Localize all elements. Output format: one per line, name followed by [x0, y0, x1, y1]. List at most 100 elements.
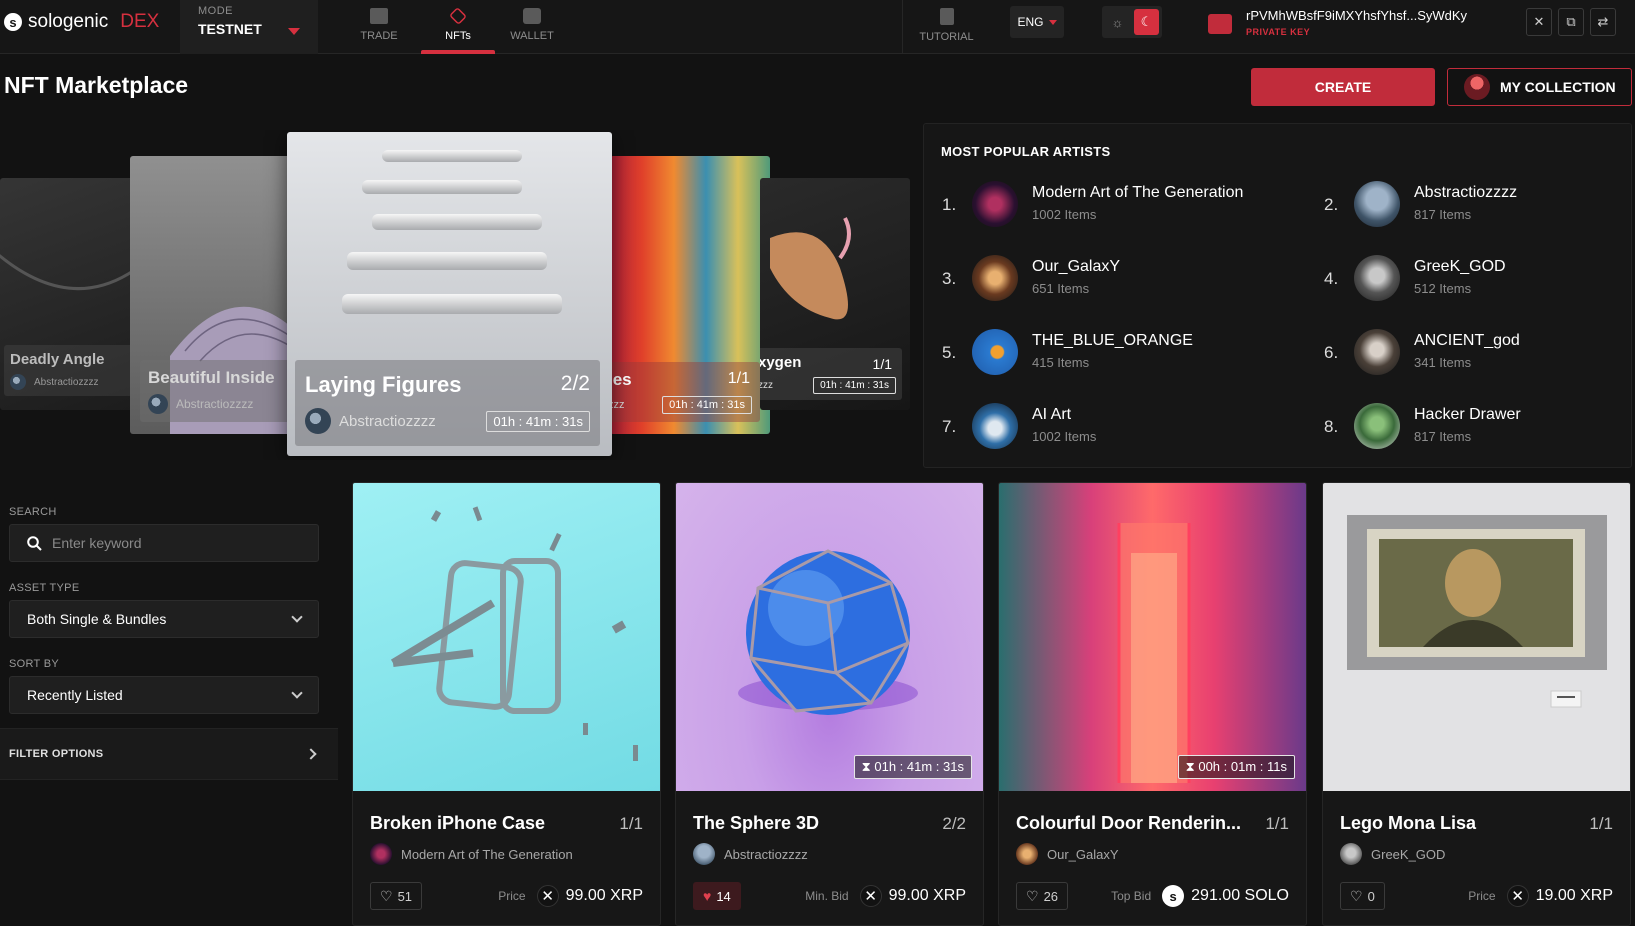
- artist-rank: 1.: [942, 195, 957, 214]
- carousel-card-featured[interactable]: Laying Figures 2/2 Abstractiozzzz 01h : …: [287, 132, 612, 456]
- search-label: SEARCH: [9, 506, 57, 518]
- close-icon: ✕: [1533, 14, 1545, 29]
- switch-wallet-button[interactable]: ⇄: [1590, 8, 1616, 36]
- carousel-card[interactable]: xygen 1/1 zzz 01h : 41m : 31s: [760, 178, 910, 410]
- avatar: [972, 329, 1018, 375]
- sologenic-logo[interactable]: s sologenic DEX: [4, 11, 159, 33]
- wallet-address: rPVMhWBsfF9iMXYhsfYhsf...SyWdKy: [1246, 8, 1468, 23]
- sort-by-select[interactable]: Recently Listed: [9, 676, 319, 714]
- carousel-card[interactable]: ies 1/1 zzz 01h : 41m : 31s: [610, 156, 770, 434]
- artist-item[interactable]: 2. Abstractiozzzz 817 Items: [1324, 181, 1635, 231]
- like-button[interactable]: ♡ 26: [1016, 882, 1069, 910]
- artist-item[interactable]: 3. Our_GalaxY 651 Items: [942, 255, 1282, 305]
- avatar: [972, 181, 1018, 227]
- nft-price: Top Bid s 291.00 SOLO: [1111, 885, 1289, 907]
- asset-type-select[interactable]: Both Single & Bundles: [9, 600, 319, 638]
- artist-count: 651 Items: [1032, 281, 1090, 296]
- nft-owner-name: GreeK_GOD: [1371, 846, 1446, 862]
- avatar: [693, 843, 715, 865]
- card-artwork: [347, 252, 547, 270]
- filter-options-label: FILTER OPTIONS: [9, 748, 104, 760]
- sun-icon[interactable]: ☼: [1105, 9, 1130, 35]
- artist-count: 415 Items: [1032, 355, 1090, 370]
- artist-rank: 4.: [1324, 269, 1339, 288]
- carousel-card[interactable]: Deadly Angle Abstractiozzzz: [0, 178, 140, 410]
- search-input[interactable]: [52, 535, 292, 551]
- artist-item[interactable]: 1. Modern Art of The Generation 1002 Ite…: [942, 181, 1282, 231]
- create-button[interactable]: CREATE: [1251, 68, 1435, 106]
- nft-owner[interactable]: Modern Art of The Generation: [370, 843, 573, 865]
- card-overlay: Deadly Angle Abstractiozzzz: [4, 345, 136, 396]
- artist-count: 817 Items: [1414, 429, 1472, 444]
- tab-trade[interactable]: TRADE: [342, 0, 416, 54]
- mode-label: MODE: [198, 5, 233, 17]
- my-collection-button[interactable]: MY COLLECTION: [1447, 68, 1632, 106]
- nft-title: The Sphere 3D: [693, 813, 820, 833]
- artist-name: GreeK_GOD: [1414, 258, 1506, 275]
- card-artist: Abstractiozzzz: [339, 412, 436, 430]
- nft-owner[interactable]: GreeK_GOD: [1340, 843, 1445, 865]
- close-wallet-button[interactable]: ✕: [1526, 8, 1552, 36]
- artist-name: Abstractiozzzz: [1414, 184, 1518, 201]
- asset-type-value: Both Single & Bundles: [27, 611, 167, 627]
- language-value: ENG: [1017, 15, 1044, 29]
- mode-selector[interactable]: MODE TESTNET: [180, 0, 318, 54]
- like-button[interactable]: ♡ 51: [370, 882, 423, 910]
- artist-item[interactable]: 5. THE_BLUE_ORANGE 415 Items: [942, 329, 1282, 379]
- tab-wallet-label: WALLET: [510, 30, 554, 42]
- artist-item[interactable]: 4. GreeK_GOD 512 Items: [1324, 255, 1635, 305]
- moon-icon[interactable]: ☾: [1134, 9, 1159, 35]
- asset-type-label: ASSET TYPE: [9, 582, 80, 594]
- artist-rank: 8.: [1324, 417, 1339, 436]
- chart-grid-icon: [370, 8, 388, 24]
- artist-name: Our_GalaxY: [1032, 258, 1121, 275]
- card-artwork: [382, 150, 522, 162]
- avatar: [972, 403, 1018, 449]
- avatar: [1464, 74, 1490, 100]
- nft-edition: 2/2: [942, 814, 966, 833]
- sologenic-logo-icon: s: [4, 13, 22, 31]
- my-collection-label: MY COLLECTION: [1500, 79, 1616, 95]
- solo-coin-icon: s: [1162, 885, 1185, 907]
- artist-rank: 6.: [1324, 343, 1339, 362]
- copy-address-button[interactable]: ⧉: [1558, 8, 1584, 36]
- tab-nfts[interactable]: NFTs: [421, 0, 495, 54]
- nft-price: Price ✕ 19.00 XRP: [1468, 885, 1613, 907]
- nft-owner[interactable]: Abstractiozzzz: [693, 843, 808, 865]
- avatar: [148, 394, 168, 414]
- nft-owner[interactable]: Our_GalaxY: [1016, 843, 1119, 865]
- artist-item[interactable]: 8. Hacker Drawer 817 Items: [1324, 403, 1635, 453]
- logo-text: sologenic: [28, 11, 109, 32]
- nft-card[interactable]: Broken iPhone Case 1/1 Modern Art of The…: [352, 482, 661, 926]
- nft-title: Colourful Door Renderin...: [1016, 813, 1241, 833]
- tutorial-button[interactable]: TUTORIAL: [902, 0, 990, 54]
- like-button[interactable]: ♡ 0: [1340, 882, 1385, 910]
- card-artist: zzz: [610, 399, 625, 411]
- tab-wallet[interactable]: WALLET: [495, 0, 569, 54]
- avatar: [1354, 181, 1400, 227]
- price-value: 99.00 XRP: [565, 887, 643, 904]
- filter-options-toggle[interactable]: FILTER OPTIONS: [0, 728, 338, 780]
- card-artwork: [342, 294, 562, 314]
- nft-card[interactable]: ⧗ 01h : 41m : 31s The Sphere 3D 2/2 Abst…: [675, 482, 984, 926]
- card-artist: Abstractiozzzz: [176, 397, 254, 411]
- lego-mona-lisa-artwork: [1347, 515, 1607, 708]
- nft-card[interactable]: Lego Mona Lisa 1/1 GreeK_GOD ♡ 0 Price ✕…: [1322, 482, 1631, 926]
- card-edition: 1/1: [727, 370, 750, 387]
- logo-dex-suffix: DEX: [120, 11, 160, 32]
- artist-name: AI Art: [1032, 406, 1072, 423]
- avatar: [305, 408, 331, 434]
- search-box[interactable]: [9, 524, 319, 562]
- card-timer: 01h : 41m : 31s: [813, 377, 896, 394]
- artist-item[interactable]: 7. AI Art 1002 Items: [942, 403, 1282, 453]
- wallet-icon: [523, 8, 541, 24]
- language-selector[interactable]: ENG: [1010, 6, 1064, 38]
- artist-count: 1002 Items: [1032, 207, 1097, 222]
- like-button[interactable]: ♥ 14: [693, 882, 741, 910]
- artist-item[interactable]: 6. ANCIENT_god 341 Items: [1324, 329, 1635, 379]
- theme-toggle[interactable]: ☼ ☾: [1102, 6, 1162, 38]
- chevron-down-icon: [291, 611, 303, 623]
- nft-card[interactable]: ⧗ 00h : 01m : 11s Colourful Door Renderi…: [998, 482, 1307, 926]
- carousel-card[interactable]: Beautiful Inside Abstractiozzzz: [130, 156, 290, 434]
- door-artwork: [1117, 523, 1191, 783]
